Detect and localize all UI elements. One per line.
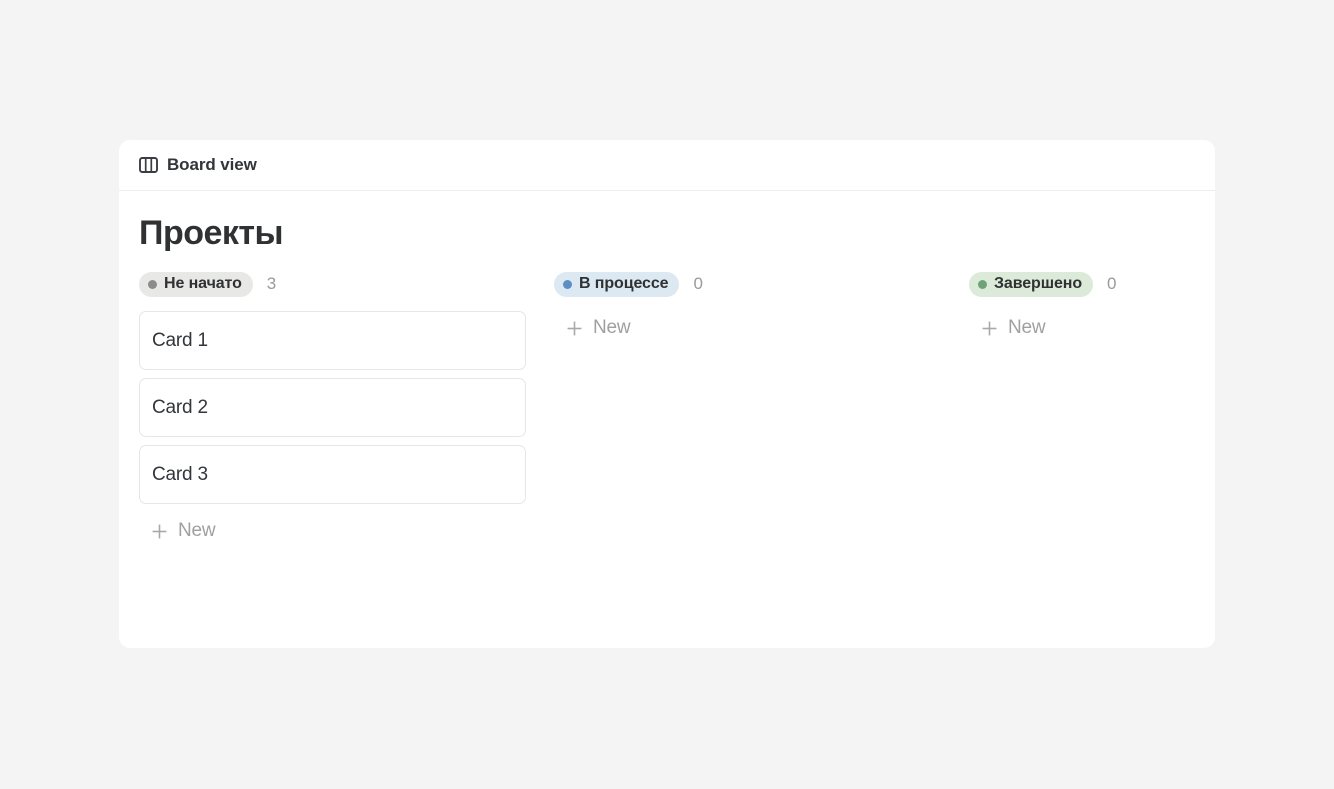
- board-card[interactable]: Card 3: [139, 445, 526, 504]
- add-new-card-button[interactable]: New: [969, 311, 1046, 345]
- board-body: Проекты Не начато 3 Card 1 Card 2 Card 3…: [119, 191, 1215, 548]
- board-column-not-started: Не начато 3 Card 1 Card 2 Card 3 New: [139, 271, 554, 548]
- board-column-completed: Завершено 0 New: [969, 271, 1215, 548]
- status-dot-icon: [148, 279, 157, 289]
- board-column-in-progress: В процессе 0 New: [554, 271, 969, 548]
- plus-icon: [567, 321, 582, 335]
- card-list: Card 1 Card 2 Card 3: [139, 311, 554, 504]
- status-badge-label: В процессе: [579, 275, 669, 292]
- page-title: Проекты: [139, 214, 284, 252]
- column-count: 0: [693, 274, 703, 293]
- status-badge-label: Не начато: [164, 275, 242, 292]
- column-header: Завершено 0: [969, 271, 1215, 297]
- board-card[interactable]: Card 2: [139, 378, 526, 437]
- board-columns: Не начато 3 Card 1 Card 2 Card 3 New В п…: [139, 271, 1215, 548]
- board-panel: Board view Проекты Не начато 3 Card 1 Ca…: [119, 140, 1215, 648]
- status-badge-not-started[interactable]: Не начато: [139, 271, 253, 297]
- status-dot-icon: [978, 279, 987, 289]
- column-header: В процессе 0: [554, 271, 969, 297]
- add-new-card-button[interactable]: New: [139, 514, 216, 548]
- column-count: 0: [1107, 274, 1117, 293]
- board-card[interactable]: Card 1: [139, 311, 526, 370]
- view-header: Board view: [119, 140, 1215, 191]
- page-root: Board view Проекты Не начато 3 Card 1 Ca…: [0, 0, 1334, 789]
- card-title: Card 2: [152, 396, 208, 418]
- status-badge-in-progress[interactable]: В процессе: [554, 271, 680, 297]
- add-new-card-label: New: [1008, 317, 1046, 338]
- card-title: Card 1: [152, 329, 208, 351]
- status-badge-completed[interactable]: Завершено: [969, 271, 1093, 297]
- board-view-icon: [139, 157, 158, 173]
- tab-board-view[interactable]: Board view: [139, 155, 257, 175]
- status-dot-icon: [563, 279, 572, 289]
- plus-icon: [152, 524, 167, 538]
- column-header: Не начато 3: [139, 271, 554, 297]
- add-new-card-label: New: [178, 520, 216, 541]
- card-title: Card 3: [152, 463, 208, 485]
- add-new-card-button[interactable]: New: [554, 311, 631, 345]
- status-badge-label: Завершено: [994, 275, 1082, 292]
- column-count: 3: [266, 274, 277, 293]
- tab-board-view-label: Board view: [167, 155, 257, 174]
- plus-icon: [982, 321, 997, 335]
- add-new-card-label: New: [593, 317, 631, 338]
